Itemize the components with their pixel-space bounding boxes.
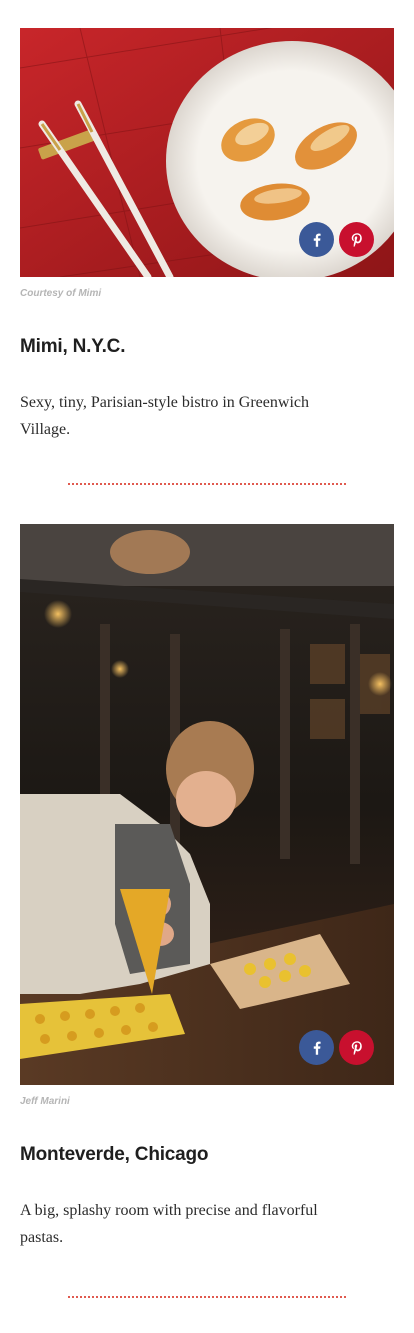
facebook-share-button[interactable] (299, 1030, 334, 1065)
restaurant-description: Sexy, tiny, Parisian-style bistro in Gre… (20, 394, 309, 438)
pinterest-share-button[interactable] (339, 222, 374, 257)
pinterest-share-button[interactable] (339, 1030, 374, 1065)
facebook-icon (313, 1041, 321, 1055)
section-divider (68, 483, 346, 485)
article-entry: Courtesy of Mimi Mimi, N.Y.C. Sexy, tiny… (20, 28, 394, 443)
photo-credit: Jeff Marini (20, 1096, 70, 1107)
photo-credit: Courtesy of Mimi (20, 288, 102, 299)
restaurant-photo (20, 28, 394, 277)
restaurant-title: Monteverde, Chicago (20, 1144, 209, 1165)
restaurant-title: Mimi, N.Y.C. (20, 336, 126, 357)
restaurant-photo (20, 524, 394, 1085)
restaurant-description: A big, splashy room with precise and fla… (20, 1202, 318, 1246)
pinterest-icon (351, 1040, 362, 1055)
facebook-icon (313, 233, 321, 247)
photo-fish-on-plate (20, 28, 394, 277)
pinterest-icon (351, 232, 362, 247)
article-entry: Jeff Marini Monteverde, Chicago A big, s… (20, 524, 394, 1251)
photo-chef-making-pasta (20, 524, 394, 1085)
section-divider (68, 1296, 346, 1298)
facebook-share-button[interactable] (299, 222, 334, 257)
